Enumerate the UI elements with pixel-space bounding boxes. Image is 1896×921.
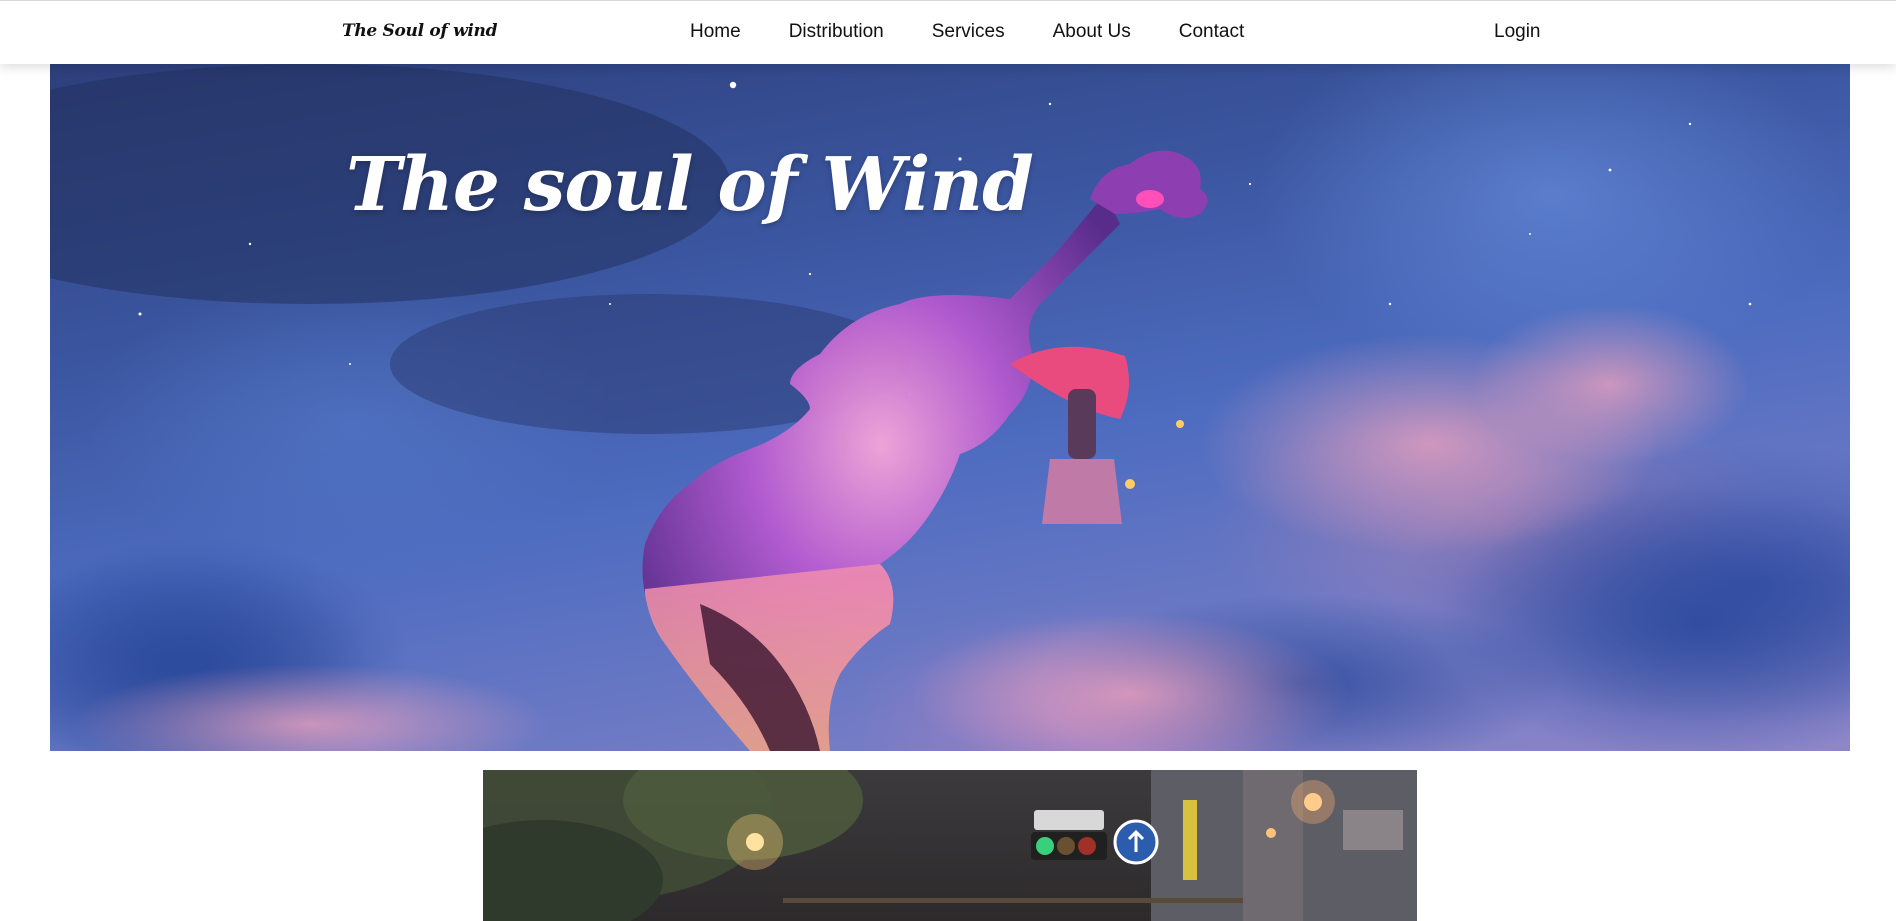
hero-banner: The soul of Wind: [50, 64, 1850, 751]
main-nav: Home Distribution Services About Us Cont…: [690, 1, 1292, 63]
brand-logo[interactable]: The Soul of wind: [342, 21, 498, 41]
nav-distribution[interactable]: Distribution: [789, 21, 884, 43]
top-navbar: The Soul of wind Home Distribution Servi…: [0, 0, 1896, 64]
hero-title: The soul of Wind: [346, 142, 1034, 228]
nav-contact[interactable]: Contact: [1179, 21, 1244, 43]
rainy-street-image: [483, 770, 1417, 921]
nav-about-us[interactable]: About Us: [1053, 21, 1131, 43]
nav-home[interactable]: Home: [690, 21, 741, 43]
login-link[interactable]: Login: [1494, 21, 1541, 43]
nav-services[interactable]: Services: [932, 21, 1005, 43]
rainy-street-illustration: [483, 770, 1417, 921]
pink-cloud: [1470, 304, 1750, 464]
